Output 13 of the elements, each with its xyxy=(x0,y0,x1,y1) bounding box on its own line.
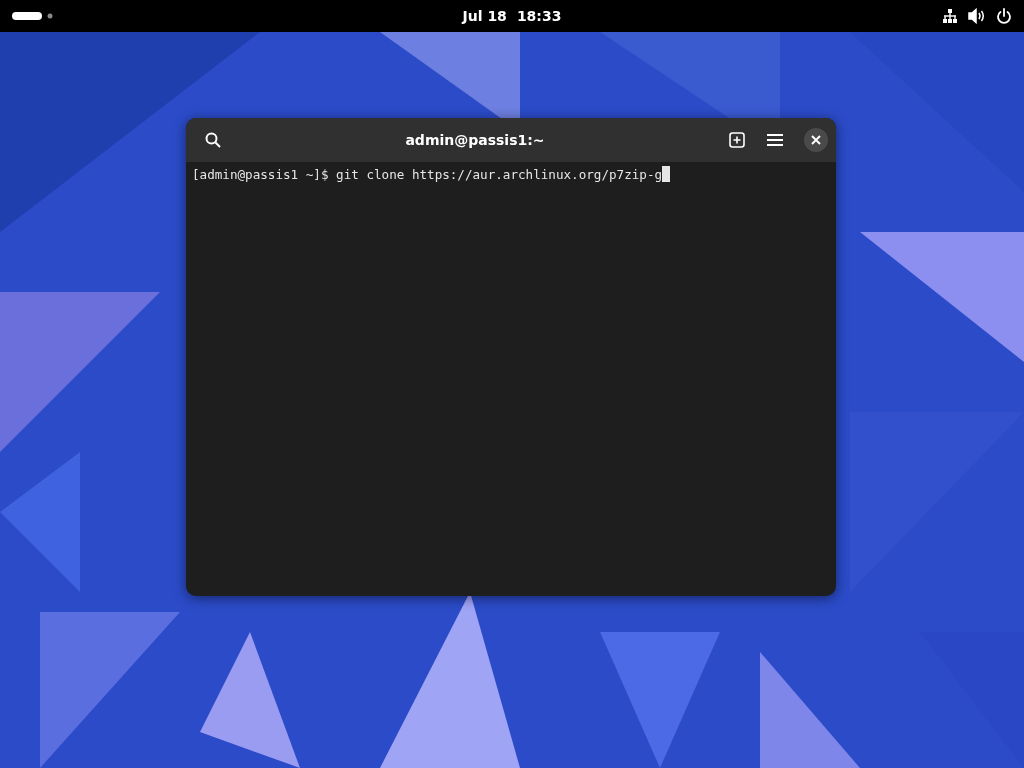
power-icon[interactable] xyxy=(996,8,1012,24)
time[interactable]: 18:33 xyxy=(516,8,562,24)
date[interactable]: Jul 18 xyxy=(462,8,507,24)
close-button[interactable] xyxy=(804,128,828,152)
search-icon xyxy=(205,132,221,148)
workspace-indicator-icon[interactable] xyxy=(12,11,54,21)
menu-icon xyxy=(767,133,783,147)
volume-icon[interactable] xyxy=(968,8,986,24)
network-icon[interactable] xyxy=(942,8,958,24)
terminal-line: [admin@passis1 ~]$ git clone https://aur.archlinux.org/p7zip-g xyxy=(192,166,663,182)
close-icon xyxy=(811,135,821,145)
window-title: admin@passis1:~ xyxy=(404,132,546,148)
plus-square-icon xyxy=(729,132,745,148)
